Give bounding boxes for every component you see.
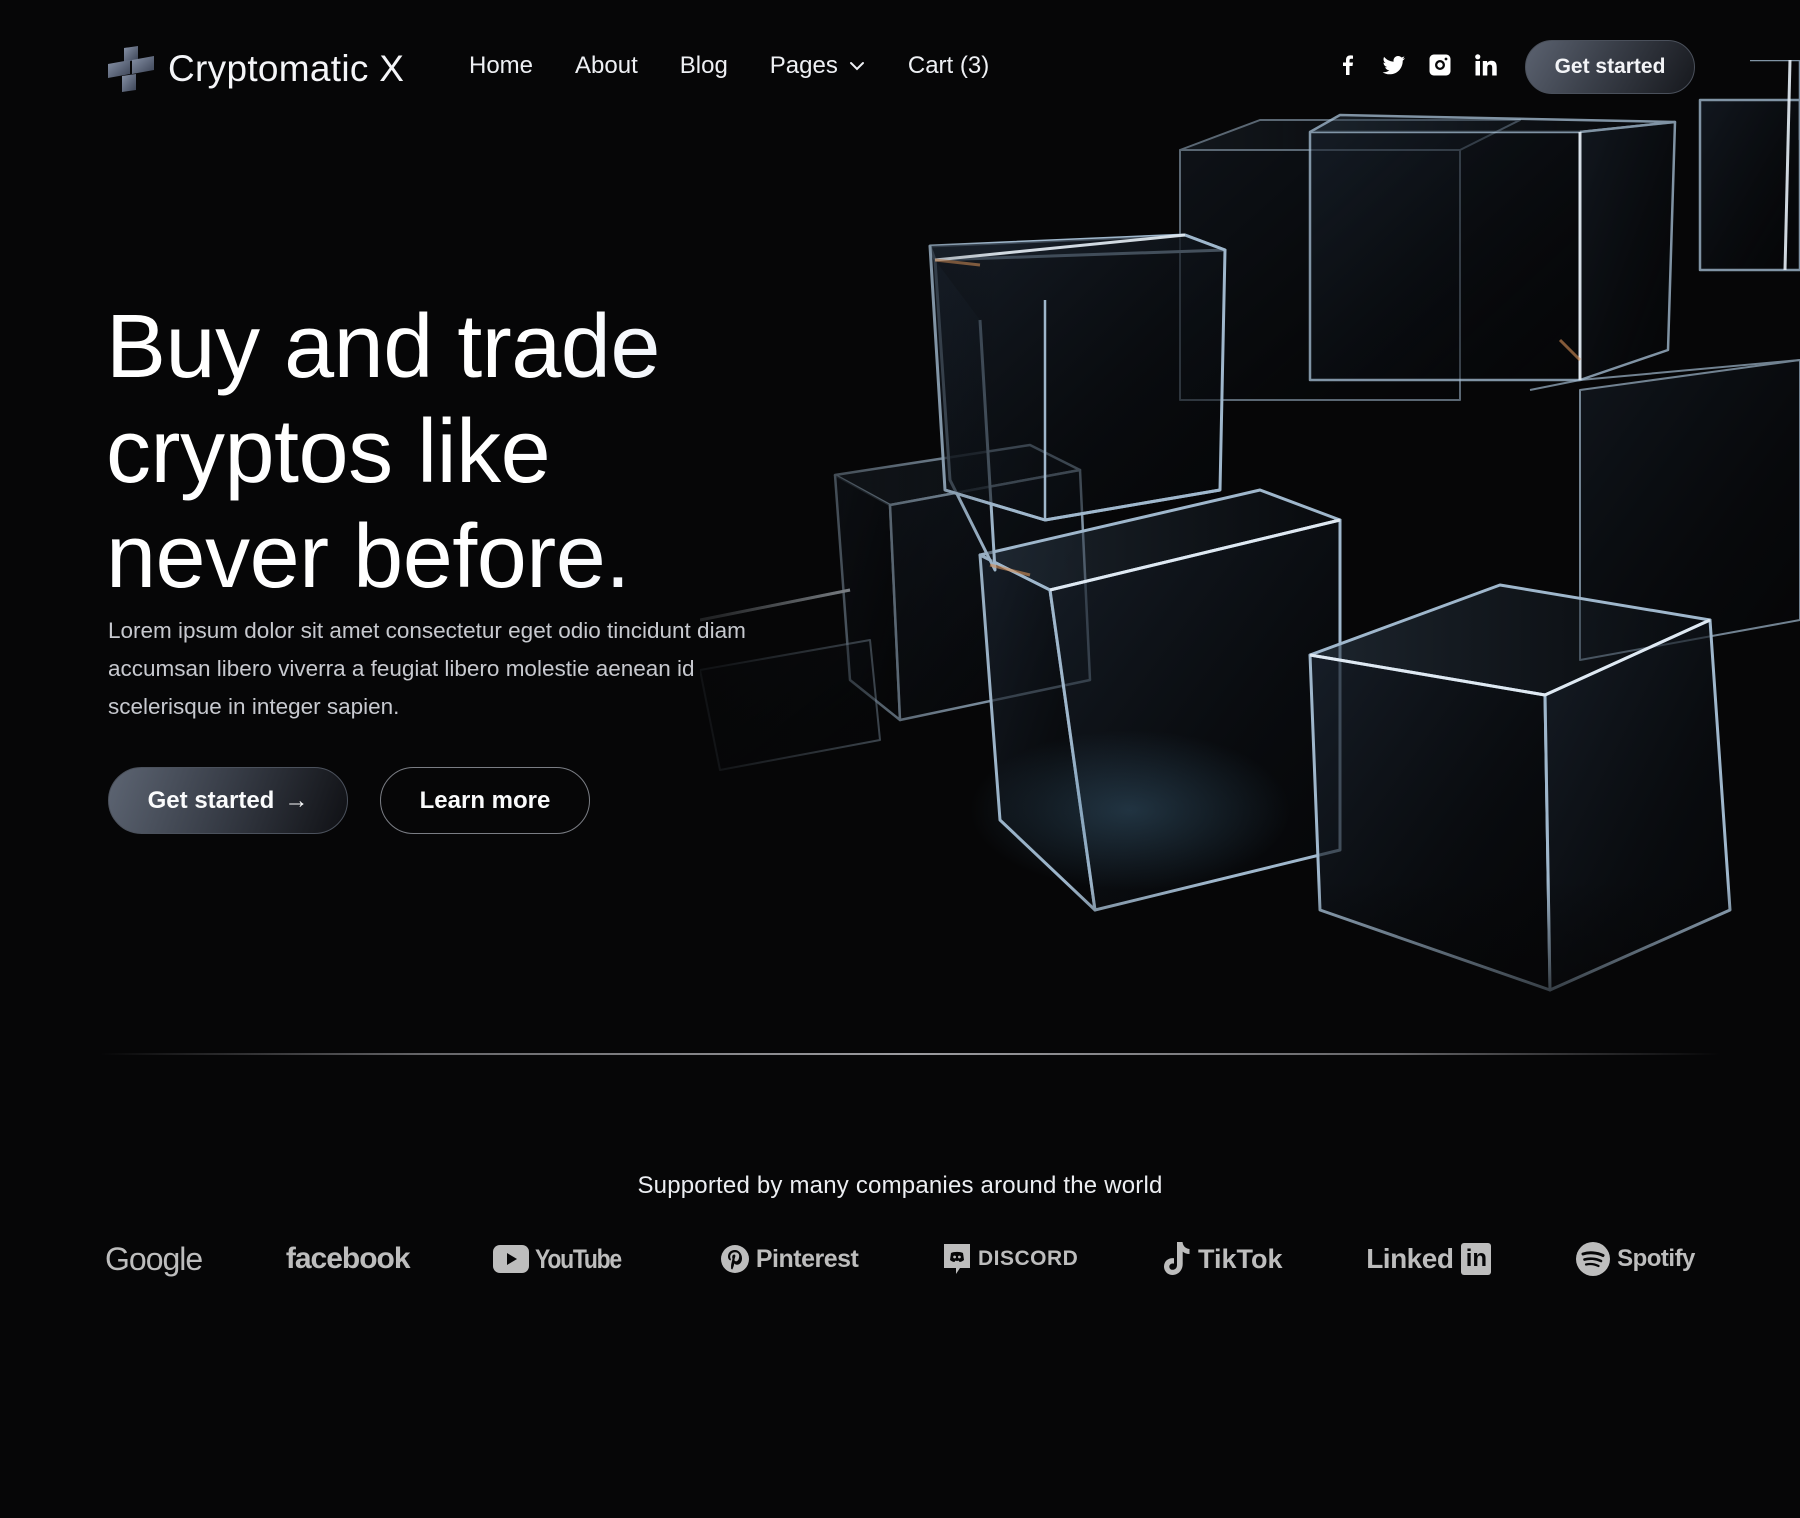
pinterest-icon	[720, 1245, 749, 1273]
instagram-link[interactable]	[1428, 52, 1452, 78]
nav-pages-label: Pages	[769, 52, 838, 79]
pinterest-wordmark: Pinterest	[755, 1244, 859, 1273]
nav-about[interactable]: About	[575, 52, 638, 80]
discord-icon	[944, 1244, 970, 1274]
hero-headline: Buy and trade cryptos like never before.	[106, 295, 826, 610]
hero-get-started-button[interactable]: Get started →	[108, 767, 348, 834]
glass-cubes-illustration	[700, 60, 1800, 992]
brand-logo-link[interactable]: Cryptomatic X	[106, 46, 404, 92]
nav-home[interactable]: Home	[469, 52, 533, 80]
partner-logo-youtube[interactable]: YouTube	[493, 1244, 636, 1275]
section-divider	[100, 1053, 1720, 1055]
header-get-started-button[interactable]: Get started	[1525, 40, 1695, 94]
instagram-icon	[1429, 54, 1451, 76]
google-wordmark: Google	[105, 1240, 203, 1277]
headline-line-3: never before.	[106, 507, 630, 607]
site-header: Cryptomatic X Home About Blog Pages Cart…	[0, 0, 1800, 135]
partner-logo-spotify[interactable]: Spotify	[1575, 1241, 1695, 1277]
nav-blog[interactable]: Blog	[680, 52, 728, 80]
cube-front-right	[1308, 583, 1732, 992]
partner-logo-pinterest[interactable]: Pinterest	[720, 1244, 859, 1274]
youtube-play-icon	[493, 1245, 530, 1273]
hero-get-started-label: Get started	[147, 786, 275, 814]
partner-logo-linkedin[interactable]: Linked in	[1366, 1243, 1492, 1275]
cross-blocks-logo-icon	[108, 46, 154, 92]
hero-learn-more-button[interactable]: Learn more	[380, 767, 590, 834]
tiktok-wordmark: TikTok	[1198, 1243, 1283, 1274]
brand-name: Cryptomatic X	[168, 48, 405, 89]
headline-line-1: Buy and trade	[106, 297, 660, 397]
spotify-wordmark: Spotify	[1617, 1245, 1695, 1272]
partner-logos: Google facebook YouTube Pinterest DISCOR…	[105, 1234, 1695, 1284]
nav-home-label: Home	[469, 52, 534, 79]
nav-cart-label: Cart (3)	[907, 52, 990, 79]
nav-cart[interactable]: Cart (3)	[908, 52, 989, 80]
partner-logo-tiktok[interactable]: TikTok	[1162, 1241, 1283, 1277]
hero-description: Lorem ipsum dolor sit amet consectetur e…	[108, 618, 746, 719]
linkedin-icon	[1475, 54, 1497, 76]
partners-heading: Supported by many companies around the w…	[637, 1172, 1163, 1199]
facebook-icon	[1343, 55, 1353, 75]
facebook-wordmark: facebook	[285, 1242, 411, 1275]
partner-logo-google[interactable]: Google	[105, 1240, 203, 1278]
youtube-wordmark: YouTube	[535, 1243, 622, 1274]
nav-blog-label: Blog	[679, 52, 728, 79]
headline-line-2: cryptos like	[106, 402, 551, 502]
cube-back-2	[1308, 113, 1677, 382]
twitter-link[interactable]	[1382, 52, 1406, 78]
chevron-down-icon	[849, 62, 864, 71]
spotify-icon	[1576, 1242, 1611, 1276]
twitter-icon	[1382, 56, 1405, 75]
nav-pages-dropdown[interactable]: Pages	[770, 52, 866, 80]
partner-logo-facebook[interactable]: facebook	[285, 1242, 411, 1276]
linkedin-wordmark: Linked	[1366, 1243, 1454, 1274]
main-nav: Home About Blog Pages Cart (3)	[469, 52, 1031, 80]
facebook-link[interactable]	[1336, 52, 1360, 78]
hero-illustration	[700, 60, 1800, 1040]
partner-logo-discord[interactable]: DISCORD	[942, 1242, 1078, 1276]
arrow-right-icon: →	[284, 786, 309, 814]
cube-front-tall	[970, 488, 1342, 912]
linkedin-link[interactable]	[1474, 52, 1498, 78]
tiktok-icon	[1164, 1242, 1190, 1275]
social-links	[1336, 52, 1498, 78]
discord-wordmark: DISCORD	[978, 1247, 1079, 1270]
nav-about-label: About	[575, 52, 638, 79]
linkedin-in-box: in	[1461, 1243, 1492, 1275]
